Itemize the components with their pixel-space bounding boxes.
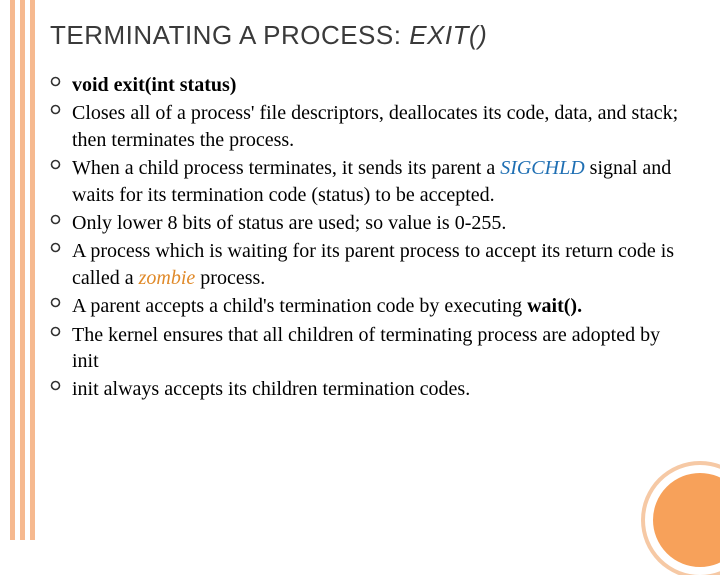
list-item: A process which is waiting for its paren… bbox=[50, 238, 690, 291]
bullet-icon bbox=[50, 238, 72, 253]
bullet-icon bbox=[50, 376, 72, 391]
list-item: Only lower 8 bits of status are used; so… bbox=[50, 210, 690, 236]
decor-stripe bbox=[30, 0, 35, 540]
item-text: The kernel ensures that all children of … bbox=[72, 322, 690, 375]
list-item: The kernel ensures that all children of … bbox=[50, 322, 690, 375]
bullet-icon bbox=[50, 155, 72, 170]
item-text: Closes all of a process' file descriptor… bbox=[72, 100, 690, 153]
bullet-icon bbox=[50, 322, 72, 337]
list-item: A parent accepts a child's termination c… bbox=[50, 293, 690, 319]
list-item: init always accepts its children termina… bbox=[50, 376, 690, 402]
item-text: A parent accepts a child's termination c… bbox=[72, 293, 690, 319]
bullet-icon bbox=[50, 293, 72, 308]
item-text: When a child process terminates, it send… bbox=[72, 155, 690, 208]
item-text: init always accepts its children termina… bbox=[72, 376, 690, 402]
slide-title: TERMINATING A PROCESS: EXIT() bbox=[50, 20, 487, 51]
bullet-list: void exit(int status) Closes all of a pr… bbox=[50, 72, 690, 405]
list-item: When a child process terminates, it send… bbox=[50, 155, 690, 208]
title-main: TERMINATING A PROCESS: bbox=[50, 20, 409, 50]
item-text: A process which is waiting for its paren… bbox=[72, 238, 690, 291]
item-text: Only lower 8 bits of status are used; so… bbox=[72, 210, 690, 236]
list-item: Closes all of a process' file descriptor… bbox=[50, 100, 690, 153]
decor-stripe bbox=[20, 0, 25, 540]
decor-stripe bbox=[10, 0, 15, 540]
bullet-icon bbox=[50, 210, 72, 225]
bullet-icon bbox=[50, 100, 72, 115]
list-item: void exit(int status) bbox=[50, 72, 690, 98]
item-text: void exit(int status) bbox=[72, 72, 690, 98]
title-italic: EXIT() bbox=[409, 20, 487, 50]
corner-circle-decor bbox=[645, 465, 720, 575]
bullet-icon bbox=[50, 72, 72, 87]
